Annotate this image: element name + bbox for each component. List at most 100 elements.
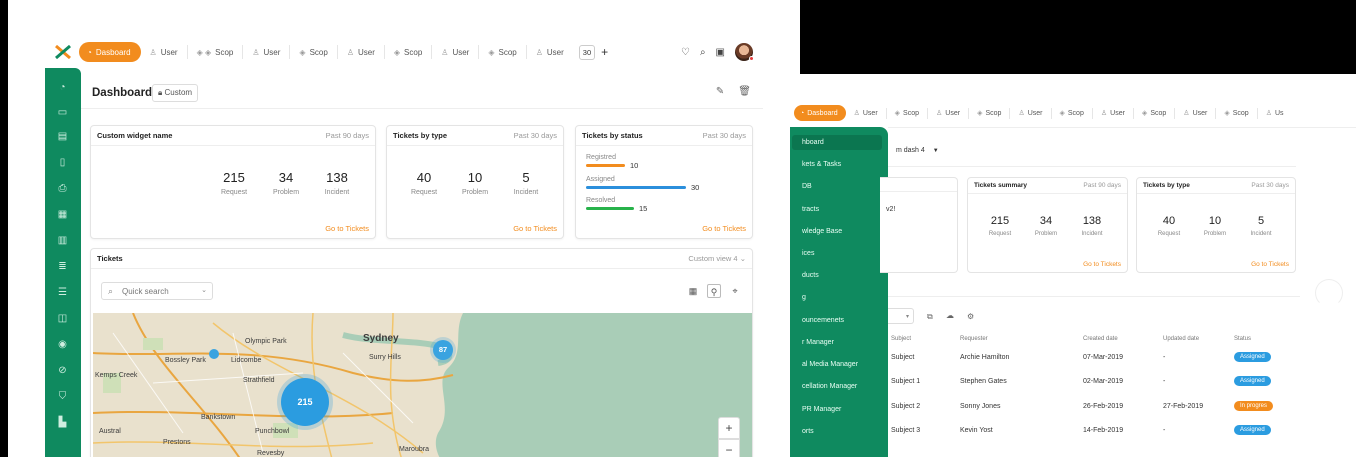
sidebar-item-gdpr-manager[interactable]: PR Manager — [802, 406, 841, 413]
map-label: Lidcombe — [231, 357, 262, 364]
sidebar-item-cancellation-manager[interactable]: cellation Manager — [802, 383, 857, 390]
sidebar-item-cmdb[interactable]: DB — [802, 183, 812, 190]
edit-icon[interactable]: ✎ — [716, 86, 724, 97]
tab-label: Scop — [1067, 109, 1084, 117]
document-icon[interactable]: ▯ — [56, 156, 69, 169]
back-tab-user[interactable]: ♙ User — [928, 107, 970, 119]
table-view-icon[interactable]: ▦ — [686, 284, 700, 298]
bag-icon[interactable]: ◫ — [56, 312, 69, 325]
tab-scope[interactable]: ◈ ◈ Scop — [188, 45, 244, 59]
column-header-created-date[interactable]: Created date — [1083, 336, 1118, 342]
zoom-out-button[interactable]: − — [718, 439, 740, 457]
back-tab-scope[interactable]: ◈ Scop — [969, 107, 1011, 119]
cell-created: 07-Mar-2019 — [1083, 354, 1124, 361]
back-tab-user[interactable]: ♙ User — [846, 107, 887, 119]
custom-chip[interactable]: 🔒︎ Custom — [152, 84, 199, 102]
tab-user[interactable]: ♙ User — [338, 45, 385, 59]
tab-scope[interactable]: ◈ Scop — [479, 45, 527, 59]
back-tab-user[interactable]: ♙ Us — [1258, 108, 1292, 119]
back-tab-scope[interactable]: ◈ Scop — [1052, 107, 1093, 119]
tab-label: User — [263, 47, 281, 57]
widget-period: Past 30 days — [513, 131, 557, 140]
avatar[interactable] — [735, 43, 754, 61]
printer-icon[interactable]: ⎙ — [56, 182, 69, 195]
tab-count-badge[interactable]: 30 — [578, 44, 596, 60]
add-tab-button[interactable]: + — [601, 45, 608, 59]
search-input[interactable]: ⌕ Quick search ⌄ — [101, 282, 213, 300]
back-tab-user[interactable]: ♙ User — [1010, 107, 1052, 119]
map-marker[interactable] — [209, 349, 219, 359]
back-tab-scope[interactable]: ◈ Scop — [1216, 107, 1258, 119]
tickets-map[interactable]: Kemps Creek Bossley Park Lidcombe Olympi… — [93, 313, 752, 457]
sidebar-item-dashboard[interactable]: hboard — [802, 139, 824, 146]
trash-icon[interactable]: 🗑︎ — [738, 86, 751, 97]
bar-chart-icon[interactable]: ▙ — [56, 416, 69, 429]
go-to-tickets-link[interactable]: Go to Tickets — [1251, 261, 1289, 268]
custom-chip-label: Custom — [164, 88, 193, 97]
map-cluster-marker[interactable]: 87 — [433, 340, 453, 360]
go-to-tickets-link[interactable]: Go to Tickets — [702, 224, 746, 233]
status-label-assigned: Assigned — [586, 176, 615, 183]
map-pin-icon[interactable]: ⌖ — [728, 284, 742, 298]
sidebar-item-user-manager[interactable]: r Manager — [802, 339, 834, 346]
heart-icon[interactable]: ♡ — [681, 47, 690, 58]
sidebar-item-services[interactable]: ices — [802, 250, 814, 257]
map-label: Punchbowl — [255, 428, 290, 435]
back-tab-user[interactable]: ♙ User — [1175, 107, 1217, 119]
back-tab-dashboard[interactable]: ◔ Dasboard — [794, 105, 846, 121]
dashboard-select[interactable]: m dash 4 ▼ — [888, 144, 944, 158]
title-actions: ✎ 🗑︎ — [716, 86, 751, 97]
sidebar-item-reports[interactable]: orts — [802, 428, 814, 435]
sidebar-item-social-media-manager[interactable]: al Media Manager — [802, 361, 858, 368]
sidebar-item-knowledge-base[interactable]: wledge Base — [802, 228, 842, 235]
tab-user[interactable]: ♙ User — [243, 45, 291, 59]
sidebar-item-tickets[interactable]: kets & Tasks — [802, 161, 841, 168]
zoom-in-button[interactable]: + — [718, 417, 740, 439]
copy-icon[interactable]: ⧉ — [927, 312, 933, 322]
user-circle-icon[interactable]: ◉ — [56, 338, 69, 351]
cloud-download-icon[interactable]: ☁ — [946, 311, 954, 320]
archive-icon[interactable]: ▤ — [56, 130, 69, 143]
calendar-icon[interactable]: ▣ — [716, 47, 725, 58]
sidebar-item-products[interactable]: ducts — [802, 272, 819, 279]
column-header-status[interactable]: Status — [1234, 336, 1251, 342]
notes-icon[interactable]: ≣ — [56, 260, 69, 273]
tab-user[interactable]: ♙ User — [432, 45, 480, 59]
view-select-caret[interactable]: ▾ — [888, 308, 914, 324]
back-tab-scope[interactable]: ◈ Scop — [1134, 107, 1176, 119]
app-logo[interactable] — [53, 42, 73, 62]
go-to-tickets-link[interactable]: Go to Tickets — [325, 224, 369, 233]
tab-user[interactable]: ♙ User — [527, 45, 573, 59]
tab-scope[interactable]: ◈ Scop — [290, 45, 338, 59]
sidebar-item-contracts[interactable]: tracts — [802, 206, 819, 213]
column-header-requester[interactable]: Requester — [960, 336, 988, 342]
view-select[interactable]: Custom view 4 ⌄ — [688, 254, 746, 268]
column-header-updated-date[interactable]: Updated date — [1163, 336, 1199, 342]
map-cluster-marker[interactable]: 215 — [281, 378, 329, 426]
checklist-icon[interactable]: ☰ — [56, 286, 69, 299]
tag-off-icon[interactable]: ⊘ — [56, 364, 69, 377]
go-to-tickets-link[interactable]: Go to Tickets — [513, 224, 557, 233]
sidebar-item-announcements[interactable]: ouncemenets — [802, 317, 844, 324]
shield-check-icon[interactable]: ⛉ — [56, 390, 69, 403]
back-tab-scope[interactable]: ◈ Scop — [887, 107, 929, 119]
tab-label: Scop — [498, 47, 517, 57]
column-header-subject[interactable]: Subject — [891, 336, 911, 342]
go-to-tickets-link[interactable]: Go to Tickets — [1083, 261, 1121, 268]
search-icon[interactable]: ⌕ — [700, 47, 706, 58]
calculator-icon[interactable]: ▥ — [56, 234, 69, 247]
dashboard-gauge-icon[interactable]: ◔ — [56, 81, 69, 94]
cluster-map-view-icon[interactable]: ⚲ — [707, 284, 721, 298]
tab-dashboard[interactable]: ◔ Dasboard — [79, 42, 141, 62]
sidebar-item-billing[interactable]: g — [802, 294, 806, 301]
tab-user[interactable]: ♙ User — [141, 45, 188, 59]
widget-header: Tickets by type Past 30 days — [393, 131, 557, 145]
tab-label: Us — [1274, 109, 1284, 117]
back-tab-user[interactable]: ♙ User — [1093, 107, 1134, 119]
ticket-icon[interactable]: ▭ — [56, 106, 69, 119]
stat-label: Incident — [324, 189, 350, 196]
keyboard-icon[interactable]: ▦ — [56, 208, 69, 221]
tab-scope[interactable]: ◈ Scop — [385, 45, 433, 59]
settings-gear-icon[interactable]: ⚙ — [967, 312, 974, 321]
page-title: Dashboard — [92, 87, 153, 99]
